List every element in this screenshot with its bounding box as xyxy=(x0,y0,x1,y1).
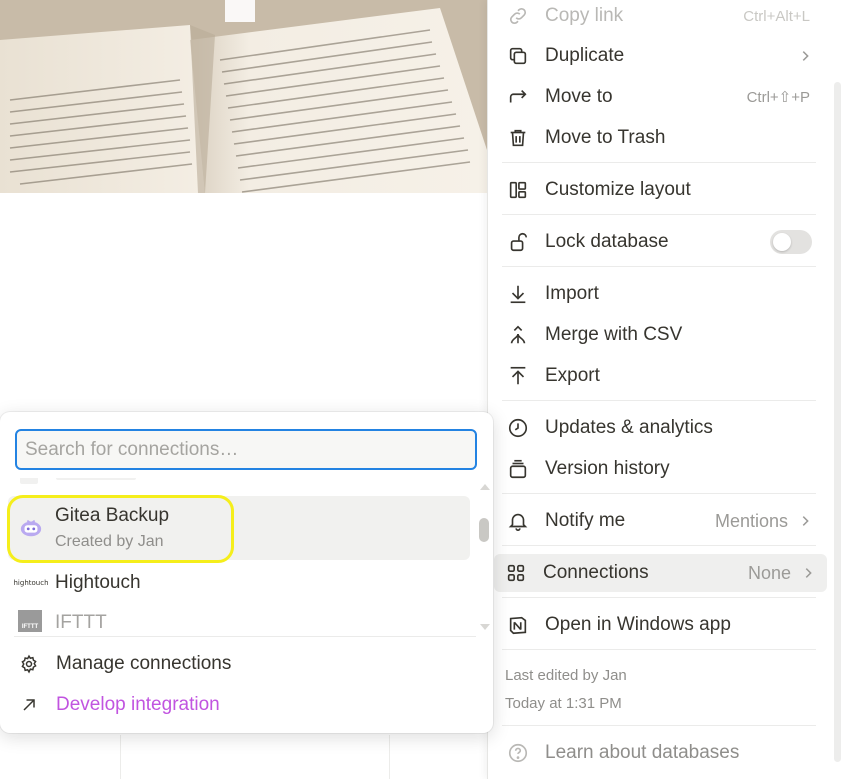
import-icon xyxy=(505,281,531,307)
notify-me-value: Mentions xyxy=(714,510,788,531)
connections-grid-icon xyxy=(503,560,529,586)
menu-item-label: Merge with CSV xyxy=(545,324,683,345)
open-book-illustration xyxy=(0,0,487,193)
connection-gitea-backup[interactable]: Gitea Backup Created by Jan xyxy=(8,496,470,560)
menu-item-label: Duplicate xyxy=(545,45,625,66)
menu-item-merge-with-csv[interactable]: Merge with CSV xyxy=(496,316,824,354)
menu-item-move-to-trash[interactable]: Move to Trash xyxy=(496,119,824,157)
connections-popup: Gitea Backup Created by Jan hightouch Hi… xyxy=(0,412,493,733)
ifttt-logo-icon: IFTTT xyxy=(18,610,42,632)
chevron-right-icon xyxy=(801,566,815,580)
menu-item-label: Open in Windows app xyxy=(545,614,731,635)
menu-scrollbar[interactable] xyxy=(834,82,841,762)
menu-item-label: Import xyxy=(545,283,599,304)
menu-item-label: Customize layout xyxy=(545,179,691,200)
manage-connections-label: Manage connections xyxy=(56,653,232,674)
version-history-icon xyxy=(505,456,531,482)
duplicate-icon xyxy=(505,43,531,69)
menu-divider xyxy=(502,725,816,726)
connections-list: Gitea Backup Created by Jan hightouch Hi… xyxy=(0,478,493,636)
menu-divider xyxy=(502,400,816,401)
connection-subtitle: Created by Jan xyxy=(55,533,164,550)
shortcut-hint: Ctrl+Alt+L xyxy=(743,7,810,25)
last-edited-time: Today at 1:31 PM xyxy=(505,695,622,712)
menu-item-notify-me[interactable]: Notify me Mentions xyxy=(496,502,824,540)
menu-item-label: Learn about databases xyxy=(545,742,740,763)
menu-divider xyxy=(502,162,816,163)
move-arrow-icon xyxy=(505,84,531,110)
list-scroll-down-arrow[interactable] xyxy=(480,624,490,630)
menu-item-duplicate[interactable]: Duplicate xyxy=(496,37,824,75)
list-scrollbar-thumb[interactable] xyxy=(479,518,489,542)
menu-item-version-history[interactable]: Version history xyxy=(496,450,824,488)
menu-item-open-in-windows-app[interactable]: Open in Windows app xyxy=(496,606,824,644)
menu-item-updates-analytics[interactable]: Updates & analytics xyxy=(496,409,824,447)
menu-item-export[interactable]: Export xyxy=(496,357,824,395)
export-icon xyxy=(505,363,531,389)
bell-icon xyxy=(505,508,531,534)
lock-open-icon xyxy=(505,229,531,255)
merge-icon xyxy=(505,322,531,348)
help-icon xyxy=(505,740,531,766)
develop-integration-link[interactable]: Develop integration xyxy=(8,686,470,724)
menu-item-lock-database[interactable]: Lock database xyxy=(496,223,824,261)
table-grid-lines xyxy=(120,735,400,779)
menu-divider xyxy=(502,649,816,650)
menu-divider xyxy=(502,545,816,546)
manage-connections-button[interactable]: Manage connections xyxy=(8,645,470,683)
link-icon xyxy=(505,3,531,29)
menu-item-label: Notify me xyxy=(545,510,626,531)
menu-divider xyxy=(502,493,816,494)
menu-item-import[interactable]: Import xyxy=(496,275,824,313)
gear-icon xyxy=(16,651,42,677)
menu-item-label: Move to xyxy=(545,86,613,107)
database-options-menu: Copy link Ctrl+Alt+L Duplicate Move to C… xyxy=(487,0,842,779)
search-connections-input[interactable] xyxy=(15,429,477,470)
menu-item-label: Version history xyxy=(545,458,670,479)
menu-item-customize-layout[interactable]: Customize layout xyxy=(496,171,824,209)
menu-item-connections[interactable]: Connections None xyxy=(494,554,827,592)
connection-name: Gitea Backup xyxy=(55,505,170,526)
develop-integration-label: Develop integration xyxy=(56,694,220,715)
notion-app-icon xyxy=(505,612,531,638)
layout-icon xyxy=(505,177,531,203)
menu-item-move-to[interactable]: Move to Ctrl+⇧+P xyxy=(496,78,824,116)
popup-divider xyxy=(14,636,476,637)
page-cover-image xyxy=(0,0,487,193)
connections-value: None xyxy=(747,562,791,583)
gitea-logo-icon xyxy=(18,515,44,541)
menu-divider xyxy=(502,214,816,215)
menu-divider xyxy=(502,597,816,598)
list-scroll-up-arrow[interactable] xyxy=(480,484,490,490)
arrow-up-right-icon xyxy=(16,692,42,718)
connection-name: Hightouch xyxy=(55,572,141,593)
connection-hightouch[interactable]: hightouch Hightouch xyxy=(8,566,470,600)
clock-icon xyxy=(505,415,531,441)
lock-database-toggle[interactable] xyxy=(770,230,812,254)
shortcut-hint: Ctrl+⇧+P xyxy=(746,89,810,106)
menu-divider xyxy=(502,266,816,267)
chevron-right-icon xyxy=(798,49,812,63)
connection-ifttt[interactable]: IFTTT IFTTT xyxy=(8,606,470,636)
menu-item-label: Lock database xyxy=(545,231,669,252)
menu-item-copy-link[interactable]: Copy link Ctrl+Alt+L xyxy=(496,0,824,35)
menu-item-learn-about-databases[interactable]: Learn about databases xyxy=(496,734,824,772)
menu-item-label: Connections xyxy=(543,562,649,583)
menu-item-label: Move to Trash xyxy=(545,127,666,148)
hightouch-logo-icon: hightouch xyxy=(13,579,49,587)
last-edited-by: Last edited by Jan xyxy=(505,667,627,684)
chevron-right-icon xyxy=(798,514,812,528)
list-item-partial xyxy=(14,478,214,488)
trash-icon xyxy=(505,125,531,151)
menu-item-label: Export xyxy=(545,365,600,386)
connection-name: IFTTT xyxy=(55,612,107,633)
menu-item-label: Copy link xyxy=(545,5,624,26)
menu-item-label: Updates & analytics xyxy=(545,417,713,438)
